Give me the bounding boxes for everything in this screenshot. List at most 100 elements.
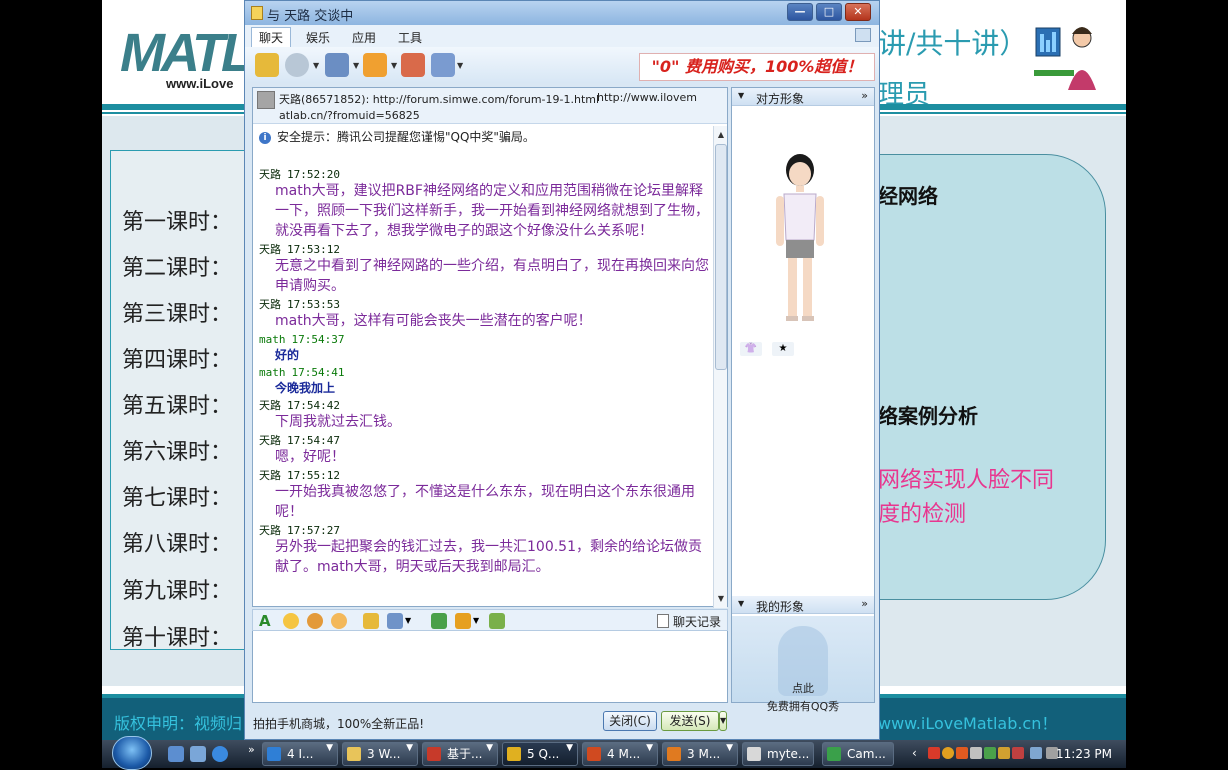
add-contact-icon[interactable] xyxy=(401,53,425,77)
peer-signature-url[interactable]: http://www.ilovem xyxy=(597,91,697,104)
shake-icon[interactable] xyxy=(331,613,347,629)
taskbar-item[interactable]: 4 I... ▼ xyxy=(262,742,338,766)
menu-apps[interactable]: 应用 xyxy=(345,28,383,47)
close-button[interactable]: 关闭(C) xyxy=(603,711,657,731)
screenshot-dropdown-icon[interactable]: ▼ xyxy=(405,613,413,629)
skin-icon[interactable] xyxy=(855,28,871,42)
voice-dropdown-icon[interactable]: ▼ xyxy=(353,61,359,70)
star-icon[interactable]: ★ xyxy=(772,342,794,356)
emoji-icon[interactable] xyxy=(283,613,299,629)
font-icon[interactable]: A xyxy=(259,613,275,629)
message-time: 17:53:53 xyxy=(287,298,340,311)
window-titlebar[interactable]: 与 天路 交谈中 — □ ✕ xyxy=(245,1,879,25)
voice-icon[interactable] xyxy=(325,53,349,77)
taskbar-item[interactable]: Cam... xyxy=(822,742,894,766)
message-sender[interactable]: 天路 xyxy=(259,434,281,447)
webcam-icon[interactable] xyxy=(285,53,309,77)
scroll-down-icon[interactable]: ▼ xyxy=(715,592,727,606)
remote-assist-dropdown-icon[interactable]: ▼ xyxy=(457,61,463,70)
taskbar-item[interactable]: myte... xyxy=(742,742,814,766)
magic-emoji-icon[interactable] xyxy=(307,613,323,629)
group-dropdown-icon[interactable]: ▼ xyxy=(646,743,653,753)
taskbar-item[interactable]: 基于... ▼ xyxy=(422,742,498,766)
minimize-button[interactable]: — xyxy=(787,3,813,21)
help-tray-icon[interactable] xyxy=(998,747,1010,759)
message-sender[interactable]: 天路 xyxy=(259,469,281,482)
app-icon xyxy=(587,747,601,761)
taskbar: » 4 I... ▼ 3 W... ▼ 基于... ▼ 5 Q... ▼ 4 M... ▼ 3 M.… xyxy=(102,736,1126,770)
network-icon[interactable] xyxy=(1030,747,1042,759)
screenshot-icon[interactable] xyxy=(387,613,403,629)
menu-entertainment[interactable]: 娱乐 xyxy=(299,28,337,47)
app-icon xyxy=(347,747,361,761)
chat-tray-icon[interactable] xyxy=(970,747,982,759)
promo-link[interactable]: 拍拍手机商城，100%全新正品! xyxy=(253,715,424,732)
group-dropdown-icon[interactable]: ▼ xyxy=(326,743,333,753)
chat-history-button[interactable]: 聊天记录 xyxy=(657,613,721,630)
ad-banner[interactable]: "0" 费用购买，100%超值！ xyxy=(639,53,875,81)
menu-tools[interactable]: 工具 xyxy=(391,28,429,47)
peer-signature-line1[interactable]: 天路(86571852): http://forum.simwe.com/for… xyxy=(279,91,599,107)
taskbar-item[interactable]: 5 Q... ▼ xyxy=(502,742,578,766)
chat-scrollbar[interactable]: ▲ ▼ xyxy=(713,126,727,608)
collapse-my-icon[interactable]: ▼ xyxy=(738,599,744,608)
scroll-thumb[interactable] xyxy=(715,144,727,370)
send-button[interactable]: 发送(S) xyxy=(661,711,719,731)
collapse-icon[interactable]: ▼ xyxy=(738,91,744,100)
expand-more-icon[interactable]: » xyxy=(861,89,868,102)
clock[interactable]: 11:23 PM xyxy=(1056,747,1112,761)
webcam-dropdown-icon[interactable]: ▼ xyxy=(313,61,319,70)
video-call-icon[interactable] xyxy=(255,53,279,77)
group-dropdown-icon[interactable]: ▼ xyxy=(566,743,573,753)
clothes-icon[interactable]: 👚 xyxy=(740,342,762,356)
group-dropdown-icon[interactable]: ▼ xyxy=(486,743,493,753)
taskbar-item[interactable]: 4 M... ▼ xyxy=(582,742,658,766)
my-show-header[interactable]: ▼ 我的形象 » xyxy=(732,596,874,614)
group-dropdown-icon[interactable]: ▼ xyxy=(406,743,413,753)
send-file-dropdown-icon[interactable]: ▼ xyxy=(391,61,397,70)
message-header: math 17:54:37 xyxy=(259,331,711,346)
ie-quicklaunch-icon[interactable] xyxy=(212,746,228,762)
expand-my-more-icon[interactable]: » xyxy=(861,597,868,610)
show-desktop-icon[interactable] xyxy=(168,746,184,762)
send-image-icon[interactable] xyxy=(363,613,379,629)
message-input[interactable] xyxy=(252,631,728,703)
group-dropdown-icon[interactable]: ▼ xyxy=(726,743,733,753)
security-tray-icon[interactable] xyxy=(1012,747,1024,759)
message-sender[interactable]: math xyxy=(259,366,286,379)
peer-signature-line2[interactable]: atlab.cn/?fromuid=56825 xyxy=(279,109,420,122)
gift-icon[interactable] xyxy=(489,613,505,629)
scroll-up-icon[interactable]: ▲ xyxy=(715,128,727,142)
lesson-9: 第九课时： xyxy=(122,579,233,604)
close-window-button[interactable]: ✕ xyxy=(845,3,871,21)
start-button[interactable] xyxy=(112,736,152,770)
peer-show-header[interactable]: ▼ 对方形象 » xyxy=(732,88,874,106)
keyboard-tray-icon[interactable] xyxy=(984,747,996,759)
qq-tray-icon[interactable] xyxy=(942,747,954,759)
peer-avatar-figure[interactable] xyxy=(768,148,832,328)
chat-history-panel: 天路(86571852): http://forum.simwe.com/for… xyxy=(252,87,728,608)
message-sender[interactable]: 天路 xyxy=(259,399,281,412)
peer-avatar[interactable] xyxy=(257,91,275,109)
chinese-input-icon[interactable] xyxy=(956,747,968,759)
message-sender[interactable]: math xyxy=(259,333,286,346)
taskbar-item[interactable]: 3 M... ▼ xyxy=(662,742,738,766)
tray-expand-icon[interactable]: ‹ xyxy=(912,746,917,760)
music-icon[interactable] xyxy=(431,613,447,629)
switch-windows-icon[interactable] xyxy=(190,746,206,762)
message-sender[interactable]: 天路 xyxy=(259,168,281,181)
my-show-placeholder[interactable]: 点此 免费拥有QQ秀 xyxy=(732,616,874,713)
taskbar-item[interactable]: 3 W... ▼ xyxy=(342,742,418,766)
remote-assist-icon[interactable] xyxy=(431,53,455,77)
menu-chat[interactable]: 聊天 xyxy=(251,27,292,47)
send-file-icon[interactable] xyxy=(363,53,387,77)
quicklaunch-more-icon[interactable]: » xyxy=(248,743,255,756)
message-sender[interactable]: 天路 xyxy=(259,298,281,311)
flower-icon[interactable] xyxy=(455,613,471,629)
message-sender[interactable]: 天路 xyxy=(259,243,281,256)
send-options-icon[interactable]: ▼ xyxy=(719,711,727,731)
message-sender[interactable]: 天路 xyxy=(259,524,281,537)
ime-icon[interactable] xyxy=(928,747,940,759)
flower-dropdown-icon[interactable]: ▼ xyxy=(473,613,481,629)
maximize-button[interactable]: □ xyxy=(816,3,842,21)
